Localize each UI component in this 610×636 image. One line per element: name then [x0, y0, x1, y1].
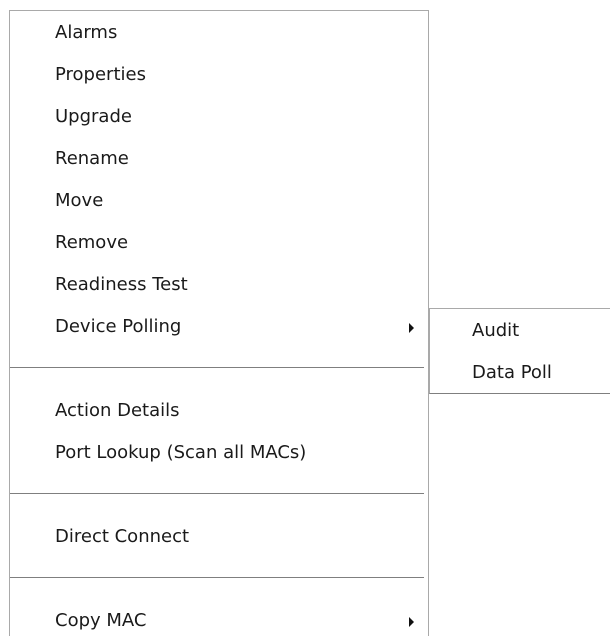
- menu-item-label: Direct Connect: [55, 526, 190, 547]
- menu-item-label: Copy MAC: [55, 610, 147, 631]
- menu-item-remove[interactable]: Remove: [55, 226, 428, 260]
- device-polling-submenu: Audit Data Poll: [429, 308, 610, 394]
- menu-item-action-details[interactable]: Action Details: [55, 394, 428, 428]
- menu-item-upgrade[interactable]: Upgrade: [55, 100, 428, 134]
- menu-item-properties[interactable]: Properties: [55, 58, 428, 92]
- submenu-item-label: Audit: [472, 320, 520, 341]
- menu-item-label: Action Details: [55, 400, 180, 421]
- menu-separator: [10, 577, 424, 578]
- menu-item-rename[interactable]: Rename: [55, 142, 428, 176]
- menu-separator: [10, 367, 424, 368]
- menu-item-label: Upgrade: [55, 106, 132, 127]
- submenu-arrow-icon: [409, 617, 414, 627]
- submenu-item-data-poll[interactable]: Data Poll: [472, 356, 610, 390]
- submenu-item-audit[interactable]: Audit: [472, 314, 610, 348]
- menu-item-label: Remove: [55, 232, 129, 253]
- menu-item-label: Move: [55, 190, 104, 211]
- menu-item-move[interactable]: Move: [55, 184, 428, 218]
- menu-item-label: Device Polling: [55, 316, 182, 337]
- context-menu-screen: Alarms Properties Upgrade Rename Move Re…: [0, 0, 610, 636]
- menu-item-direct-connect[interactable]: Direct Connect: [55, 520, 428, 554]
- menu-item-label: Alarms: [55, 22, 118, 43]
- submenu-arrow-icon: [409, 323, 414, 333]
- menu-item-label: Properties: [55, 64, 146, 85]
- menu-item-device-polling[interactable]: Device Polling: [55, 310, 428, 344]
- context-menu: Alarms Properties Upgrade Rename Move Re…: [9, 10, 429, 636]
- menu-item-copy-mac[interactable]: Copy MAC: [55, 604, 428, 636]
- menu-item-alarms[interactable]: Alarms: [55, 16, 428, 50]
- menu-item-port-lookup[interactable]: Port Lookup (Scan all MACs): [55, 436, 428, 470]
- menu-item-readiness-test[interactable]: Readiness Test: [55, 268, 428, 302]
- menu-item-label: Port Lookup (Scan all MACs): [55, 442, 307, 463]
- menu-item-label: Rename: [55, 148, 129, 169]
- menu-separator: [10, 493, 424, 494]
- submenu-item-label: Data Poll: [472, 362, 552, 383]
- menu-item-label: Readiness Test: [55, 274, 188, 295]
